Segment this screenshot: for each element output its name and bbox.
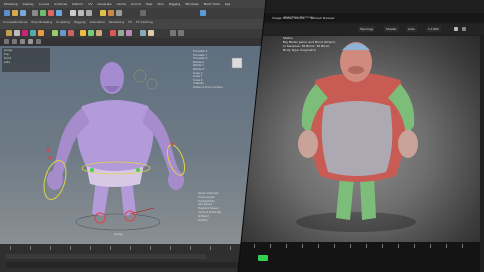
split-divider — [237, 0, 267, 272]
